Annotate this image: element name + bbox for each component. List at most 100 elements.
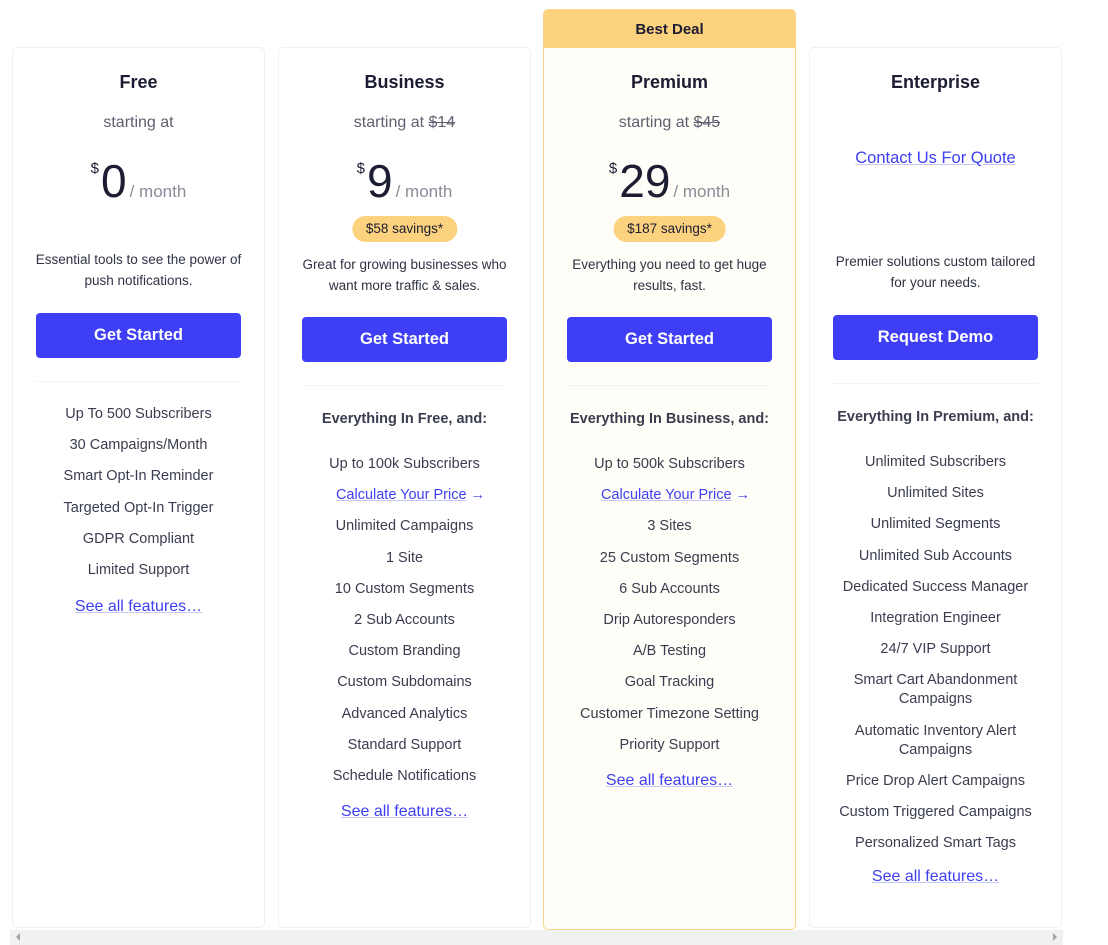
plan-card-enterprise: Enterprise Contact Us For Quote Premier … bbox=[809, 47, 1062, 928]
plan-card-business: Business starting at $14 $9/ month $58 s… bbox=[278, 47, 531, 928]
plan-name: Business bbox=[364, 72, 445, 92]
feature-item: Unlimited Subscribers bbox=[864, 454, 1007, 470]
feature-item: Up to 100k Subscribers bbox=[329, 456, 480, 472]
see-all-features-link[interactable]: See all features… bbox=[341, 803, 468, 820]
feature-item: Custom Branding bbox=[348, 643, 461, 660]
price-amount: 9 bbox=[367, 155, 393, 207]
price-amount: 29 bbox=[619, 155, 671, 207]
plan-description: Great for growing businesses who want mo… bbox=[302, 257, 507, 293]
divider bbox=[36, 381, 241, 382]
feature-item: 25 Custom Segments bbox=[599, 549, 740, 566]
plan-name: Enterprise bbox=[890, 72, 981, 92]
starting-at-label: starting at $45 bbox=[544, 114, 795, 132]
feature-item: Custom Triggered Campaigns bbox=[839, 803, 1032, 820]
feature-item: Automatic Inventory Alert Campaigns bbox=[854, 722, 1017, 758]
feature-item: 30 Campaigns/Month bbox=[69, 437, 208, 454]
feature-list: Up to 100k Subscribers Calculate Your Pr… bbox=[289, 455, 520, 798]
feature-item: Drip Autoresponders bbox=[603, 611, 736, 628]
feature-item: 24/7 VIP Support bbox=[880, 641, 991, 658]
feature-item: Up to 500k Subscribers bbox=[594, 456, 745, 472]
divider bbox=[833, 383, 1038, 384]
features-heading: Everything In Business, and: bbox=[569, 411, 769, 427]
starting-at-label: starting at $14 bbox=[279, 114, 530, 132]
calculate-price-link[interactable]: Calculate Your Price bbox=[601, 487, 732, 503]
feature-item: Personalized Smart Tags bbox=[855, 835, 1016, 852]
plan-name: Premium bbox=[630, 72, 709, 92]
feature-list: Unlimited Subscribers Unlimited Sites Un… bbox=[820, 453, 1051, 865]
feature-item: 10 Custom Segments bbox=[334, 580, 475, 597]
calculate-price-link[interactable]: Calculate Your Price bbox=[336, 487, 467, 503]
feature-item: Dedicated Success Manager bbox=[842, 578, 1029, 595]
feature-item: Unlimited Sub Accounts bbox=[858, 547, 1013, 564]
original-price: $14 bbox=[428, 114, 456, 131]
see-all-features-link[interactable]: See all features… bbox=[75, 598, 202, 615]
feature-item: Up To 500 Subscribers bbox=[65, 406, 212, 422]
features-heading: Everything In Premium, and: bbox=[837, 409, 1034, 425]
plan-description: Essential tools to see the power of push… bbox=[35, 252, 242, 288]
plan-name: Free bbox=[119, 72, 158, 92]
horizontal-scrollbar[interactable] bbox=[10, 930, 1063, 945]
get-started-button[interactable]: Get Started bbox=[36, 313, 241, 358]
currency-symbol: $ bbox=[90, 160, 100, 177]
see-all-features-link[interactable]: See all features… bbox=[872, 868, 999, 885]
savings-badge: $187 savings* bbox=[613, 216, 726, 242]
price-period: / month bbox=[395, 182, 453, 201]
scroll-left-arrow-icon[interactable] bbox=[16, 933, 20, 941]
arrow-right-icon[interactable]: → bbox=[471, 487, 486, 503]
feature-item: 2 Sub Accounts bbox=[354, 611, 455, 628]
feature-item: Targeted Opt-In Trigger bbox=[63, 499, 214, 516]
plan-card-free: Free starting at $0/ month Essential too… bbox=[12, 47, 265, 928]
get-started-button[interactable]: Get Started bbox=[302, 317, 507, 362]
original-price: $45 bbox=[693, 114, 721, 131]
see-all-features-link[interactable]: See all features… bbox=[606, 772, 733, 789]
price-period: / month bbox=[673, 182, 731, 201]
feature-item: Priority Support bbox=[619, 736, 720, 753]
feature-item: Goal Tracking bbox=[624, 674, 715, 691]
feature-item: Standard Support bbox=[347, 736, 462, 753]
best-deal-ribbon: Best Deal bbox=[544, 10, 795, 48]
feature-list: Up to 500k Subscribers Calculate Your Pr… bbox=[554, 455, 785, 767]
price: $9/ month bbox=[279, 154, 530, 208]
get-started-button[interactable]: Get Started bbox=[567, 317, 772, 362]
feature-item: Custom Subdomains bbox=[337, 674, 472, 691]
starting-at-text: starting at bbox=[618, 114, 690, 131]
currency-symbol: $ bbox=[608, 160, 618, 177]
feature-item: 6 Sub Accounts bbox=[619, 580, 720, 597]
plan-card-premium: Best Deal Premium starting at $45 $29/ m… bbox=[543, 9, 796, 930]
feature-item: 1 Site bbox=[385, 549, 424, 566]
feature-item: Price Drop Alert Campaigns bbox=[846, 772, 1025, 789]
feature-item: GDPR Compliant bbox=[82, 530, 195, 547]
scroll-right-arrow-icon[interactable] bbox=[1053, 933, 1057, 941]
feature-list: Up To 500 Subscribers 30 Campaigns/Month… bbox=[23, 405, 254, 592]
contact-us-link[interactable]: Contact Us For Quote bbox=[855, 149, 1015, 167]
feature-item: Limited Support bbox=[87, 561, 190, 578]
currency-symbol: $ bbox=[356, 160, 366, 177]
calculate-price-item: Calculate Your Price → bbox=[554, 486, 785, 505]
feature-item: Smart Cart Abandonment Campaigns bbox=[853, 672, 1018, 708]
calculate-price-item: Calculate Your Price → bbox=[289, 486, 520, 505]
feature-item: A/B Testing bbox=[632, 643, 707, 660]
feature-item: Smart Opt-In Reminder bbox=[63, 468, 214, 485]
feature-item: Customer Timezone Setting bbox=[580, 705, 759, 722]
feature-item: Unlimited Sites bbox=[887, 485, 984, 502]
features-heading: Everything In Free, and: bbox=[321, 411, 488, 427]
price-amount: 0 bbox=[101, 155, 127, 207]
savings-badge: $58 savings* bbox=[351, 216, 458, 242]
arrow-right-icon[interactable]: → bbox=[736, 487, 751, 503]
feature-item: Integration Engineer bbox=[870, 609, 1001, 626]
price: $29/ month bbox=[544, 154, 795, 208]
starting-at-label: starting at bbox=[103, 114, 174, 131]
price-period: / month bbox=[129, 182, 187, 201]
request-demo-button[interactable]: Request Demo bbox=[833, 315, 1038, 360]
divider bbox=[567, 385, 772, 386]
starting-at-text: starting at bbox=[353, 114, 425, 131]
feature-item: 3 Sites bbox=[647, 518, 692, 535]
plan-description: Everything you need to get huge results,… bbox=[572, 257, 767, 293]
feature-item: Unlimited Campaigns bbox=[335, 518, 474, 535]
feature-item: Schedule Notifications bbox=[332, 767, 477, 784]
feature-item: Advanced Analytics bbox=[341, 705, 468, 722]
price: $0/ month bbox=[13, 154, 264, 208]
plan-description: Premier solutions custom tailored for yo… bbox=[835, 254, 1036, 290]
feature-item: Unlimited Segments bbox=[870, 516, 1001, 533]
divider bbox=[302, 385, 507, 386]
